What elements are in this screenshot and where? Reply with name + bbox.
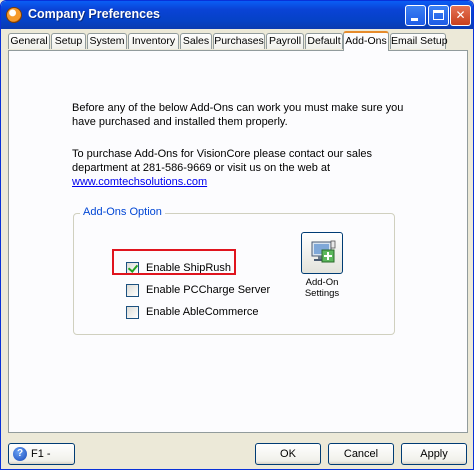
minimize-button[interactable] <box>405 5 426 26</box>
ok-button[interactable]: OK <box>255 443 321 465</box>
group-title: Add-Ons Option <box>80 206 165 218</box>
help-button[interactable]: ? F1 - Help <box>8 443 75 469</box>
tab-email-setup[interactable]: Email Setup <box>390 33 448 49</box>
pccharge-checkbox[interactable] <box>126 283 139 297</box>
option-enable-pccharge[interactable]: Enable PCCharge Server <box>126 282 270 298</box>
tab-inventory[interactable]: Inventory <box>128 33 179 49</box>
add-on-settings-button[interactable] <box>301 232 343 274</box>
ablecommerce-checkbox[interactable] <box>126 305 139 319</box>
purchase-info: To purchase Add-Ons for VisionCore pleas… <box>72 147 412 189</box>
apply-button[interactable]: Apply <box>401 443 467 465</box>
tab-payroll[interactable]: Payroll <box>266 33 304 49</box>
tab-default[interactable]: Default <box>305 33 343 49</box>
close-icon: ✕ <box>455 8 466 22</box>
add-ons-panel: Before any of the below Add-Ons can work… <box>8 50 468 433</box>
tab-system[interactable]: System <box>87 33 127 49</box>
option-enable-ablecommerce[interactable]: Enable AbleCommerce <box>126 304 259 320</box>
purchase-text: To purchase Add-Ons for VisionCore pleas… <box>72 148 373 174</box>
tab-sales[interactable]: Sales <box>180 33 212 49</box>
cancel-button[interactable]: Cancel <box>328 443 394 465</box>
shiprush-highlight-box <box>112 249 236 275</box>
tab-general[interactable]: General <box>8 33 50 49</box>
tab-purchases[interactable]: Purchases <box>213 33 265 49</box>
company-preferences-window: Company Preferences ✕ General Setup Syst… <box>0 0 474 470</box>
tab-add-ons[interactable]: Add-Ons <box>343 31 389 51</box>
add-on-settings-label: Add-On Settings <box>304 277 340 299</box>
close-button[interactable]: ✕ <box>450 5 471 26</box>
help-icon: ? <box>13 447 27 461</box>
maximize-icon <box>433 10 444 20</box>
install-notice: Before any of the below Add-Ons can work… <box>72 102 404 128</box>
website-link[interactable]: www.comtechsolutions.com <box>72 176 207 188</box>
app-orb-icon[interactable] <box>6 7 22 23</box>
ablecommerce-label: Enable AbleCommerce <box>146 306 259 318</box>
help-button-label: F1 - Help <box>31 448 54 469</box>
title-bar[interactable]: Company Preferences ✕ <box>1 1 473 29</box>
minimize-icon <box>411 18 418 21</box>
add-on-settings-icon <box>311 240 336 263</box>
pccharge-label: Enable PCCharge Server <box>146 284 271 296</box>
tab-setup[interactable]: Setup <box>51 33 86 49</box>
maximize-button[interactable] <box>428 5 449 26</box>
window-title: Company Preferences <box>28 7 161 21</box>
